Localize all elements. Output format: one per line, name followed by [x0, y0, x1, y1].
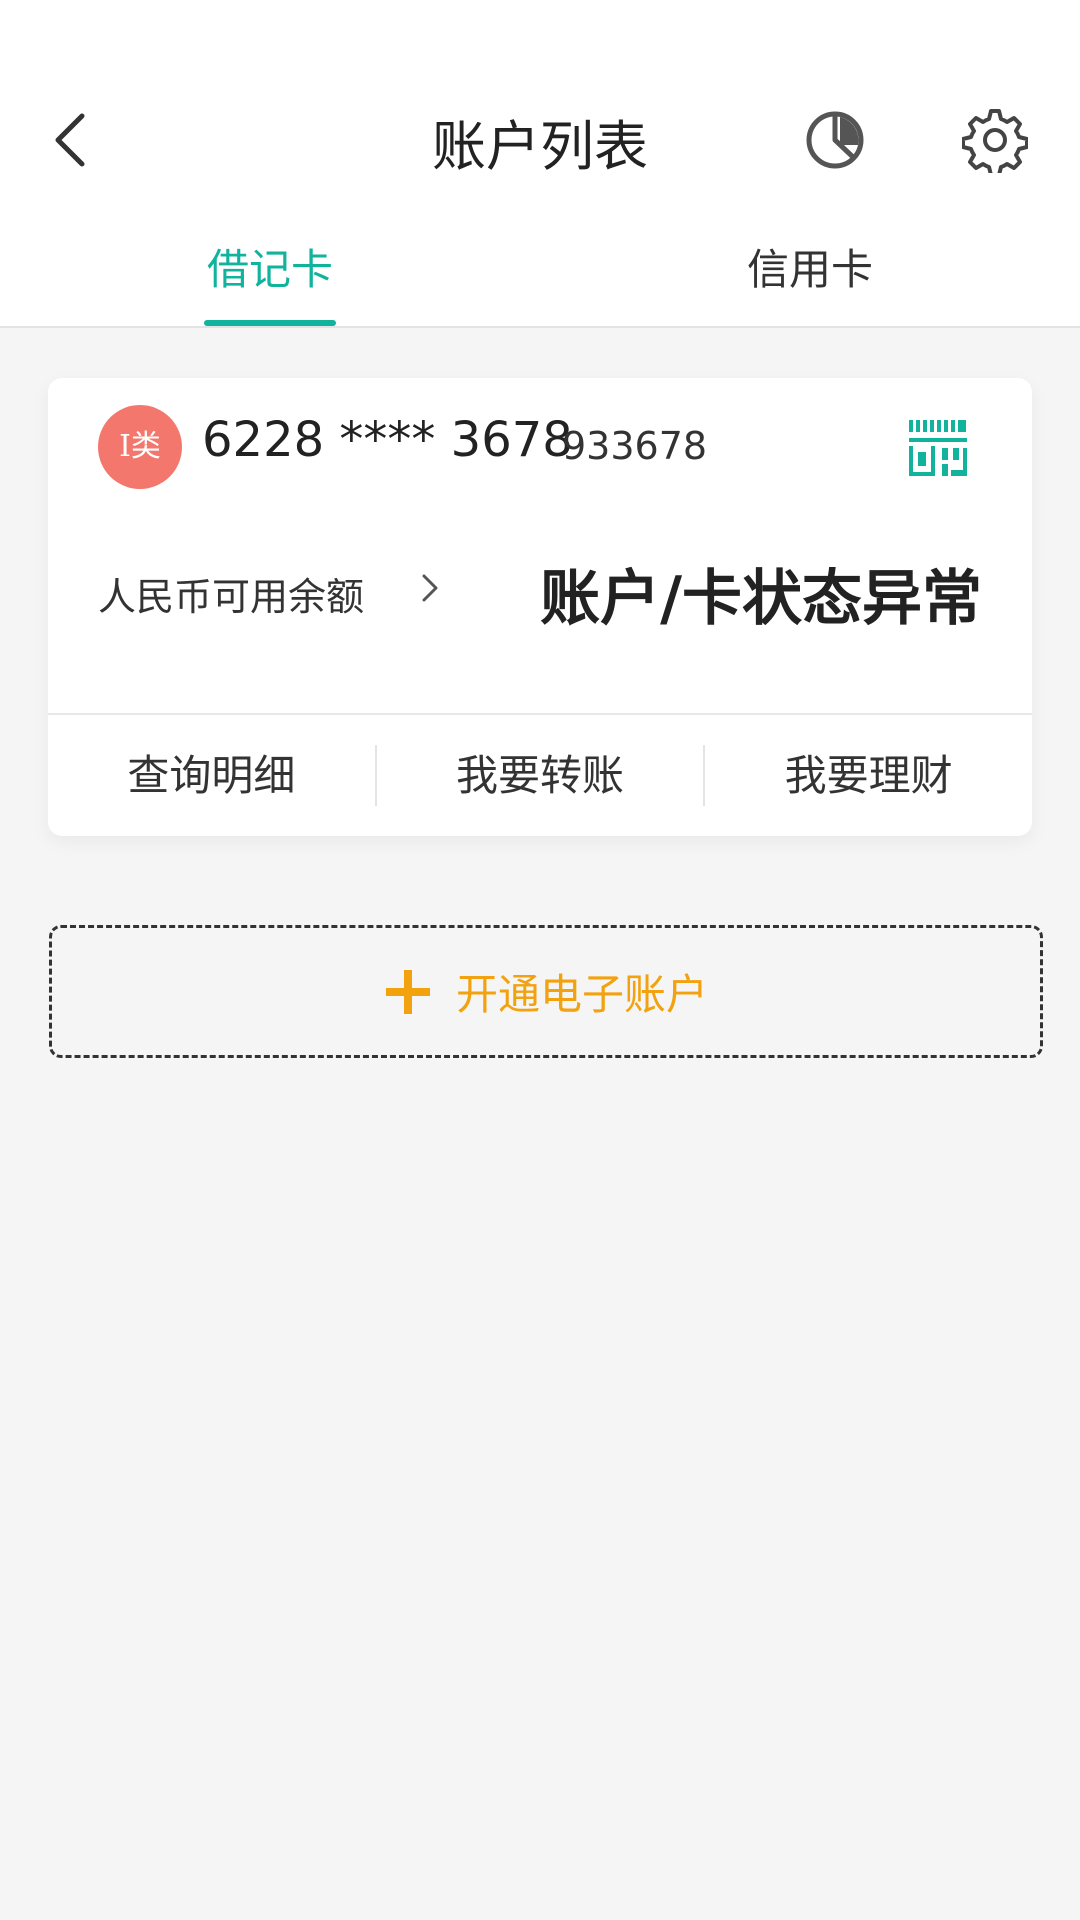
- account-status: 账户/卡状态异常: [540, 564, 982, 634]
- account-card[interactable]: I类 6228 **** 3678 933678 人民币可用余额 账户/卡状态异…: [48, 378, 1032, 836]
- gear-icon: [962, 109, 1028, 173]
- plus-icon: [385, 969, 430, 1014]
- qr-code-button[interactable]: [908, 418, 968, 478]
- settings-button[interactable]: [955, 100, 1035, 180]
- transfer-button[interactable]: 我要转账: [377, 715, 704, 836]
- active-tab-indicator: [204, 320, 336, 326]
- query-details-button[interactable]: 查询明细: [48, 715, 375, 836]
- pie-chart-icon: [806, 111, 864, 169]
- chevron-right-icon[interactable]: [410, 568, 450, 608]
- tab-credit-card[interactable]: 信用卡: [540, 230, 1080, 328]
- wealth-management-button[interactable]: 我要理财: [705, 715, 1032, 836]
- balance-label[interactable]: 人民币可用余额: [98, 566, 364, 621]
- tab-bar: 借记卡 信用卡: [0, 230, 1080, 328]
- open-e-account-label: 开通电子账户: [455, 970, 708, 1019]
- account-type-badge: I类: [98, 405, 182, 489]
- header: 账户列表: [0, 90, 1080, 190]
- open-e-account-button[interactable]: 开通电子账户: [49, 925, 1043, 1058]
- card-number: 6228 **** 3678: [202, 412, 573, 468]
- tab-debit-card[interactable]: 借记卡: [0, 230, 540, 328]
- qr-code-icon: [909, 420, 967, 476]
- page-title: 账户列表: [432, 115, 648, 178]
- top-area: 账户列表 借记卡 信用卡: [0, 0, 1080, 328]
- card-suffix: 933678: [562, 424, 708, 468]
- statistics-button[interactable]: [795, 100, 875, 180]
- card-actions: 查询明细 我要转账 我要理财: [48, 715, 1032, 836]
